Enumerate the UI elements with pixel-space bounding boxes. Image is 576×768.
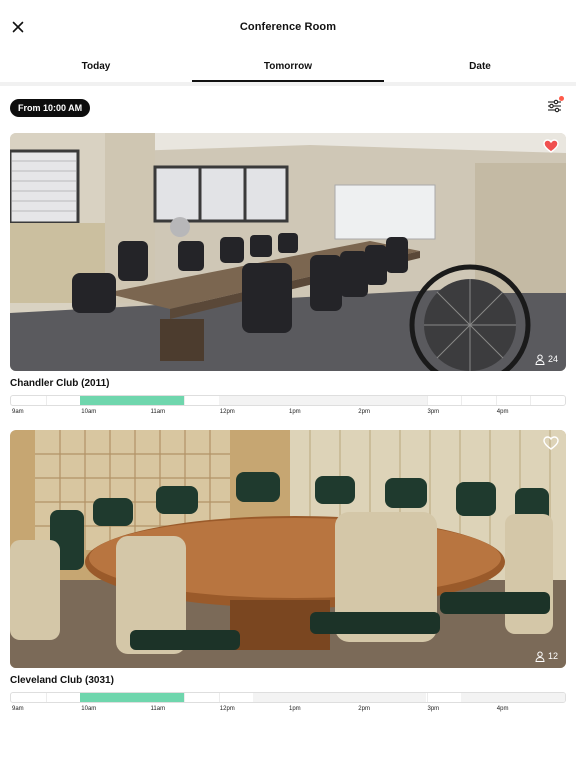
tick-label: 2pm (358, 706, 370, 712)
filter-button[interactable] (545, 96, 567, 116)
tick-label: 3pm (427, 706, 440, 712)
tick-label: 2pm (358, 409, 370, 415)
available-slot[interactable] (80, 693, 185, 702)
timeline-gridline (218, 693, 220, 702)
booked-slot[interactable] (253, 693, 427, 702)
timeline-ticks: 9am 10am 11am 12pm 1pm 2pm 3pm 4pm (10, 408, 566, 420)
tabs-divider (0, 82, 576, 86)
capacity-badge: 24 (535, 353, 558, 365)
availability-timeline[interactable] (10, 692, 566, 703)
filter-active-indicator (559, 96, 564, 101)
day-tabs: Today Tomorrow Date (0, 54, 576, 82)
tab-tomorrow[interactable]: Tomorrow (192, 54, 384, 82)
tick-label: 12pm (219, 409, 235, 415)
tick-label: 11am (150, 706, 166, 712)
room-name: Cleveland Club (3031) (10, 675, 114, 686)
timeline-gridline (184, 396, 186, 405)
room-photo[interactable]: 12 (10, 430, 566, 668)
timeline-gridline (184, 693, 186, 702)
tick-label: 12pm (219, 706, 235, 712)
tick-label: 4pm (496, 409, 509, 415)
timeline-gridline (45, 693, 47, 702)
timeline-ticks: 9am 10am 11am 12pm 1pm 2pm 3pm 4pm (10, 705, 566, 717)
favorite-heart-icon[interactable] (543, 139, 559, 153)
available-slot[interactable] (80, 396, 185, 405)
timeline-gridline (530, 396, 532, 405)
tab-date[interactable]: Date (384, 54, 576, 80)
tick-label: 9am (12, 409, 24, 415)
person-icon (535, 651, 545, 662)
timeline-gridline (426, 693, 428, 702)
room-card[interactable]: 12 Cleveland Club (3031) 9am 10am 11am 12pm… (10, 430, 566, 717)
availability-timeline[interactable] (10, 395, 566, 406)
timeline-gridline (495, 396, 497, 405)
conference-room-photo (10, 133, 566, 371)
room-photo[interactable]: 24 (10, 133, 566, 371)
capacity-count: 24 (547, 354, 558, 364)
timeline-gridline (426, 396, 428, 405)
tab-today[interactable]: Today (0, 54, 192, 80)
person-icon (535, 354, 545, 365)
top-bar: Conference Room (0, 0, 576, 54)
timeline-gridline (461, 396, 463, 405)
tick-label: 10am (81, 409, 97, 415)
favorite-heart-icon[interactable] (543, 436, 559, 450)
tick-label: 10am (81, 706, 97, 712)
capacity-badge: 12 (535, 650, 558, 662)
tick-label: 11am (150, 409, 166, 415)
timeline-gridline (45, 396, 47, 405)
room-card[interactable]: 24 Chandler Club (2011) 9am 10am 11am 12pm 1… (10, 133, 566, 420)
tick-label: 4pm (496, 706, 509, 712)
room-name: Chandler Club (2011) (10, 378, 110, 389)
tick-label: 3pm (427, 409, 440, 415)
start-time-chip[interactable]: From 10:00 AM (10, 99, 91, 117)
tick-label: 1pm (289, 409, 301, 415)
capacity-count: 12 (547, 651, 558, 661)
page-title: Conference Room (239, 21, 337, 33)
conference-room-photo (10, 430, 566, 668)
tick-label: 9am (12, 706, 24, 712)
tick-label: 1pm (289, 706, 301, 712)
booked-slot[interactable] (461, 693, 565, 702)
booked-slot[interactable] (218, 396, 427, 405)
